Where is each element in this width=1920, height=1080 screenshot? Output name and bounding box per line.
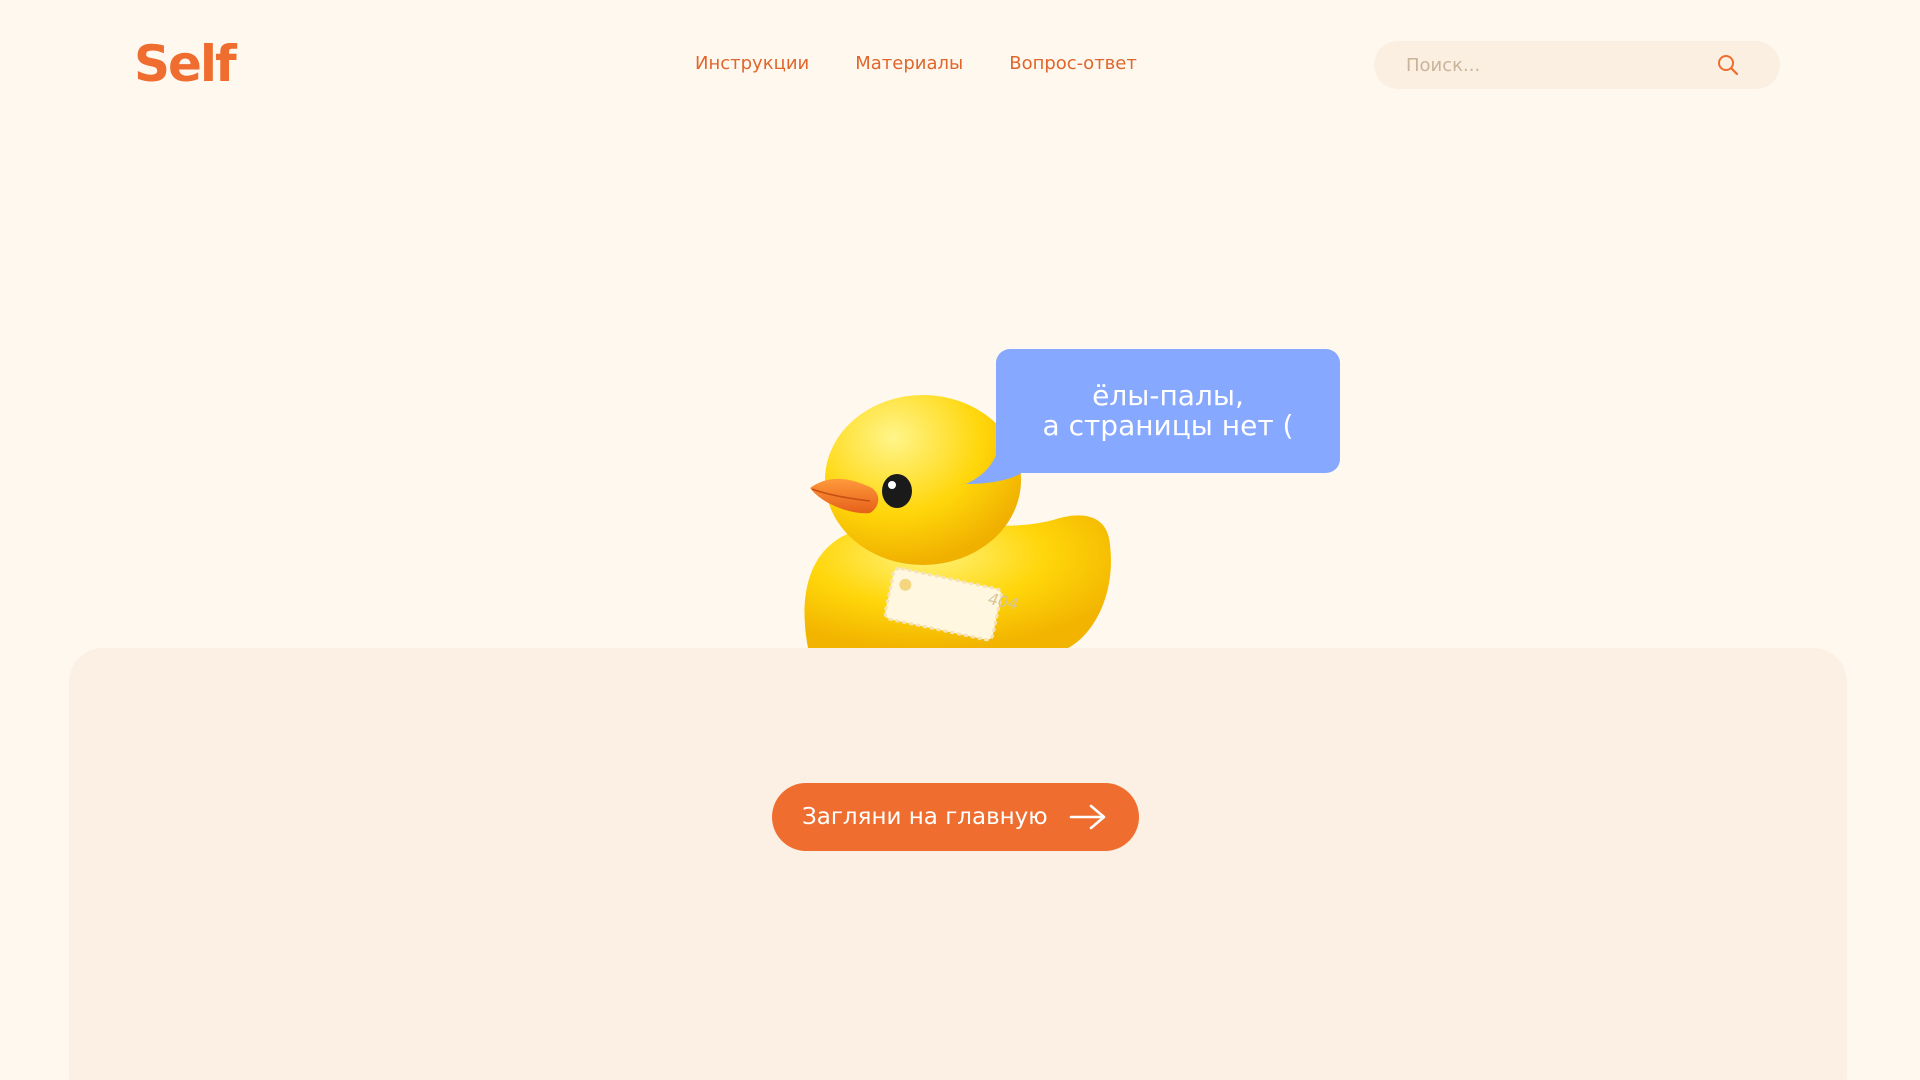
bubble-line-1: ёлы-палы, bbox=[1092, 379, 1244, 412]
main-nav: Инструкции Материалы Вопрос-ответ bbox=[695, 50, 1137, 78]
content-panel bbox=[69, 648, 1847, 1080]
logo[interactable]: Self bbox=[134, 36, 237, 92]
nav-link-instructions[interactable]: Инструкции bbox=[695, 50, 809, 78]
search-bar bbox=[1374, 41, 1780, 89]
nav-link-faq[interactable]: Вопрос-ответ bbox=[1009, 50, 1137, 78]
go-home-button[interactable]: Загляни на главную bbox=[772, 783, 1139, 851]
search-input[interactable] bbox=[1404, 53, 1708, 77]
search-icon[interactable] bbox=[1716, 53, 1740, 77]
arrow-right-icon bbox=[1069, 804, 1106, 830]
bubble-line-2: а страницы нет ( bbox=[1042, 409, 1294, 442]
speech-bubble: ёлы-палы, а страницы нет ( bbox=[996, 349, 1340, 473]
page-root: Self Инструкции Материалы Вопрос-ответ П… bbox=[0, 0, 1920, 1080]
go-home-label: Загляни на главную bbox=[802, 804, 1048, 830]
nav-link-materials[interactable]: Материалы bbox=[855, 50, 963, 78]
